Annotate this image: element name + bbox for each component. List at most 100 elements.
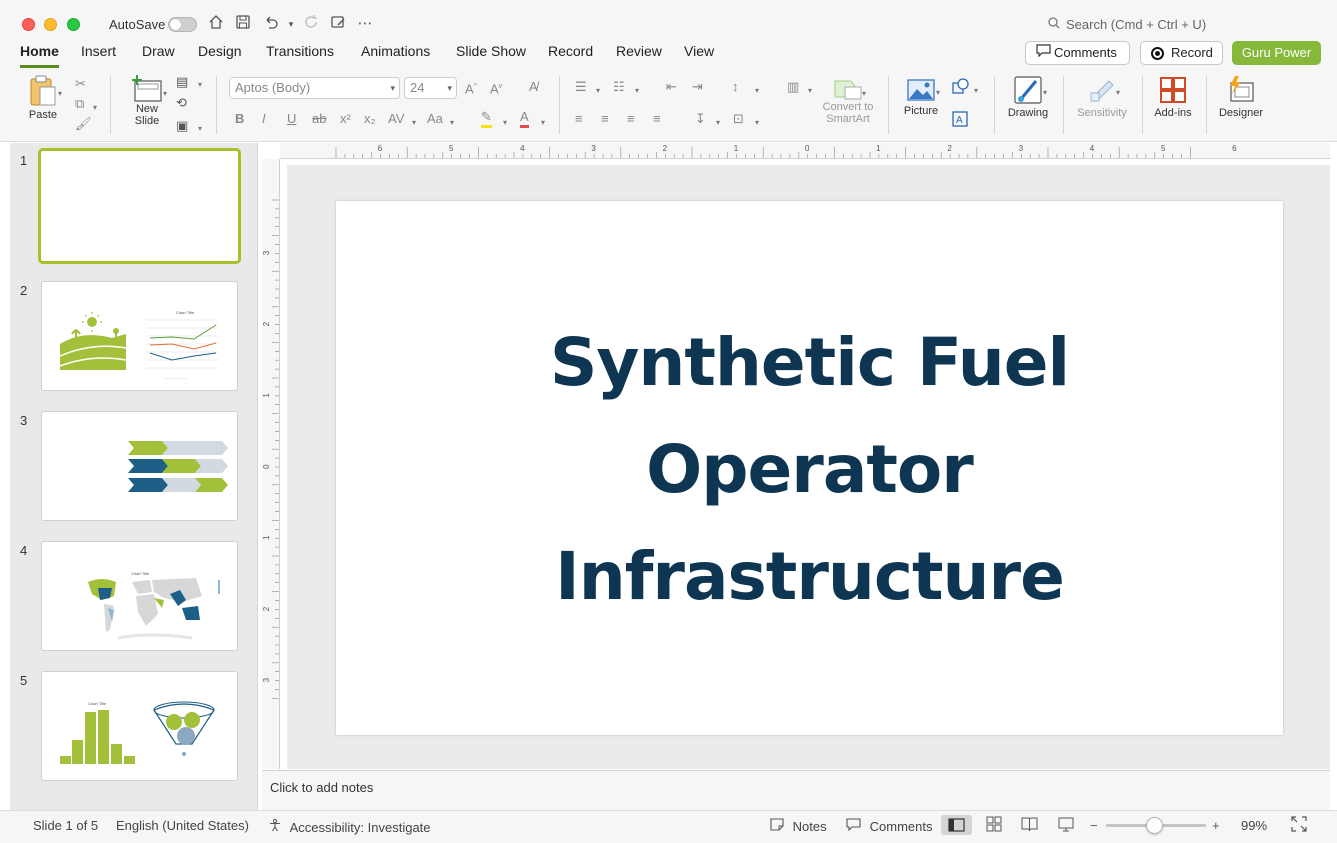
customize-icon[interactable] <box>328 14 348 34</box>
subscript-icon[interactable]: x₂ <box>364 111 376 127</box>
tab-review[interactable]: Review <box>616 44 662 68</box>
smartart-dropdown-icon: ▾ <box>862 89 867 98</box>
notes-pane[interactable]: Click to add notes <box>262 770 1330 810</box>
slide-thumbnail-2[interactable]: Chart Title — — — — — — <box>41 281 238 391</box>
zoom-in-icon[interactable]: + <box>1212 818 1220 834</box>
character-spacing-icon[interactable]: AV <box>388 111 404 127</box>
align-left-icon[interactable]: ≡ <box>575 111 583 127</box>
ruler-label: 5 <box>1161 144 1166 153</box>
text-box-icon[interactable]: A <box>952 111 968 131</box>
slide-thumbnail-4[interactable]: Chart Title <box>41 541 238 651</box>
save-icon[interactable] <box>233 14 253 34</box>
comments-button[interactable]: Comments <box>1025 41 1130 65</box>
comments-toggle[interactable]: Comments <box>846 818 932 835</box>
tab-draw[interactable]: Draw <box>142 44 175 68</box>
shapes-dropdown-icon: ▾ <box>974 86 979 95</box>
underline-icon[interactable]: U <box>287 111 296 127</box>
section-icon[interactable]: ▣ <box>176 118 188 134</box>
format-painter-icon[interactable]: 🖌 <box>75 116 92 132</box>
copy-icon[interactable]: ⧉ <box>75 96 84 112</box>
zoom-window-button[interactable] <box>67 18 80 31</box>
font-name-field[interactable]: Aptos (Body) ▾ <box>229 77 400 99</box>
shapes-icon[interactable] <box>952 78 970 98</box>
reading-view-icon[interactable] <box>1021 816 1038 836</box>
slide-thumbnail-1[interactable] <box>38 148 241 264</box>
undo-icon[interactable] <box>261 14 281 34</box>
close-window-button[interactable] <box>22 18 35 31</box>
normal-view-button[interactable] <box>941 815 972 835</box>
zoom-level[interactable]: 99% <box>1241 818 1267 834</box>
tab-home[interactable]: Home <box>20 44 59 68</box>
new-slide-dropdown-icon[interactable]: ▾ <box>163 86 167 102</box>
redo-icon[interactable] <box>301 14 321 34</box>
home-icon[interactable] <box>206 14 226 34</box>
slide-thumbnail-5[interactable]: Chart Title <box>41 671 238 781</box>
cut-icon[interactable]: ✂ <box>75 76 86 92</box>
align-center-icon[interactable]: ≡ <box>601 111 609 127</box>
align-text-icon[interactable]: ⊡ <box>733 111 744 127</box>
convert-smartart-button[interactable]: Convert to SmartArt <box>818 77 878 125</box>
decrease-indent-icon[interactable]: ⇤ <box>666 79 677 95</box>
line-spacing-icon[interactable]: ↕ <box>732 79 739 95</box>
highlight-icon[interactable]: ✎ <box>481 109 492 128</box>
language-status[interactable]: English (United States) <box>116 818 249 834</box>
strikethrough-icon[interactable]: ab <box>312 111 326 127</box>
ruler-label: 2 <box>262 606 271 611</box>
picture-dropdown-icon: ▾ <box>936 88 941 97</box>
title-bar: AutoSave ▾ ⋯ Search (Cmd + Ctrl + U) <box>0 0 1337 44</box>
zoom-out-icon[interactable]: − <box>1090 818 1098 834</box>
tab-design[interactable]: Design <box>198 44 242 68</box>
autosave-toggle[interactable] <box>168 17 197 32</box>
sensitivity-button[interactable]: Sensitivity <box>1072 75 1132 119</box>
reset-icon[interactable]: ⟲ <box>176 95 187 111</box>
clear-formatting-icon[interactable]: A̸ <box>529 79 538 95</box>
search-box[interactable]: Search (Cmd + Ctrl + U) <box>1048 17 1206 35</box>
current-slide[interactable]: Synthetic Fuel Operator Infrastructure <box>336 201 1283 735</box>
minimize-window-button[interactable] <box>44 18 57 31</box>
undo-dropdown-icon[interactable]: ▾ <box>281 14 301 34</box>
record-button[interactable]: Record <box>1140 41 1223 65</box>
text-direction-icon[interactable]: ↧ <box>695 111 706 127</box>
slide-thumbnail-pane[interactable]: 1 2 Chart Title — — — — — — 3 4 Chart Ti… <box>10 143 258 810</box>
fit-to-window-icon[interactable] <box>1291 816 1307 836</box>
increase-font-icon[interactable]: A^ <box>465 79 477 97</box>
font-size-field[interactable]: 24 ▾ <box>404 77 457 99</box>
tab-insert[interactable]: Insert <box>81 44 116 68</box>
slide-thumbnail-3[interactable] <box>41 411 238 521</box>
align-right-icon[interactable]: ≡ <box>627 111 635 127</box>
ruler-label: 3 <box>262 250 271 255</box>
italic-icon[interactable]: I <box>262 111 266 127</box>
bold-icon[interactable]: B <box>235 111 244 127</box>
justify-icon[interactable]: ≡ <box>653 111 661 127</box>
accessibility-status[interactable]: Accessibility: Investigate <box>268 818 431 836</box>
superscript-icon[interactable]: x² <box>340 111 351 127</box>
layout-icon[interactable]: ▤ <box>176 74 188 90</box>
clipboard-icon <box>30 75 56 106</box>
tab-slide-show[interactable]: Slide Show <box>456 44 526 68</box>
zoom-slider-handle[interactable] <box>1146 817 1163 834</box>
change-case-icon[interactable]: Aa <box>427 111 443 127</box>
notes-toggle[interactable]: Notes <box>770 818 827 835</box>
bullets-icon[interactable]: ☰ <box>575 79 587 95</box>
tab-view[interactable]: View <box>684 44 714 68</box>
drawing-dropdown-icon: ▾ <box>1043 88 1048 97</box>
tab-transitions[interactable]: Transitions <box>266 44 334 68</box>
accessibility-icon <box>268 818 286 835</box>
more-options-icon[interactable]: ⋯ <box>355 14 375 34</box>
increase-indent-icon[interactable]: ⇥ <box>692 79 703 95</box>
designer-button[interactable]: Designer <box>1214 75 1268 119</box>
decrease-font-icon[interactable]: Av <box>490 79 502 97</box>
slide-sorter-view-icon[interactable] <box>986 816 1002 836</box>
font-color-icon[interactable]: A <box>520 109 529 128</box>
guru-power-button[interactable]: Guru Power <box>1232 41 1321 65</box>
slide-title[interactable]: Synthetic Fuel Operator Infrastructure <box>336 309 1283 630</box>
addins-button[interactable]: Add-ins <box>1150 75 1196 119</box>
numbering-icon[interactable]: ☷ <box>613 79 625 95</box>
columns-icon[interactable]: ▥ <box>787 79 799 95</box>
tab-animations[interactable]: Animations <box>361 44 430 68</box>
ruler-label: 2 <box>262 321 271 326</box>
vertical-ruler: 3 2 1 0 1 2 3 <box>262 159 280 769</box>
slide-show-view-icon[interactable] <box>1058 816 1074 836</box>
paste-dropdown-icon[interactable]: ▾ <box>58 86 62 102</box>
tab-record[interactable]: Record <box>548 44 593 68</box>
